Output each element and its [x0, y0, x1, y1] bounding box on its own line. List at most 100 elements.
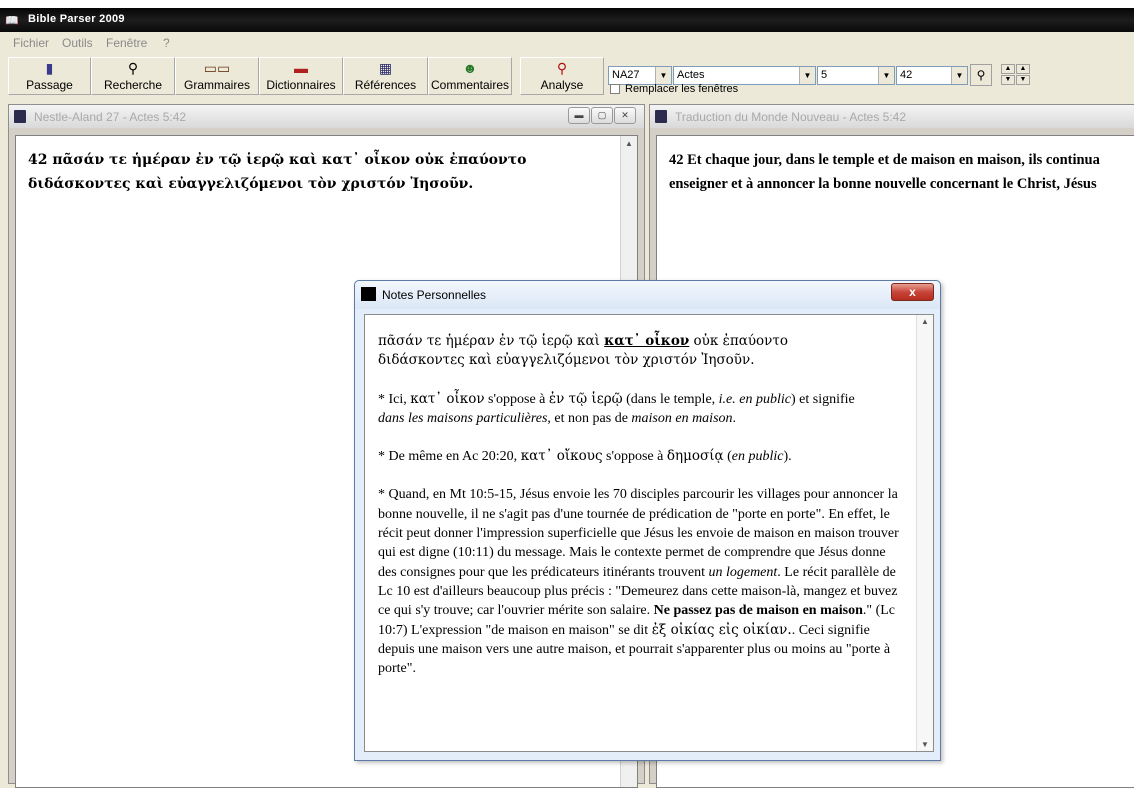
notes-window-icon [361, 287, 376, 301]
spin-down-right-button[interactable]: ▼ [1016, 75, 1030, 85]
arrow-up-icon: ▲ [1004, 65, 1012, 72]
notes-text-run: . [732, 410, 737, 426]
references-label: Références [354, 78, 417, 92]
verse-value: 42 [900, 69, 913, 81]
notes-greek-text: οὐκ ἐπαύοντο [689, 333, 788, 349]
menu-outils[interactable]: Outils [62, 36, 93, 50]
replace-windows-option[interactable]: Remplacer les fenêtres [610, 83, 738, 95]
notes-text-run: * De même en Ac 20:20, [378, 449, 521, 465]
nestle-aland-title: Nestle-Aland 27 - Actes 5:42 [34, 110, 187, 124]
commentaires-button[interactable]: ☻ Commentaires [428, 57, 512, 95]
notes-text-run: ( [723, 449, 732, 465]
notes-title-bar[interactable]: Notes Personnelles x [355, 281, 940, 309]
recherche-label: Recherche [103, 78, 163, 92]
verse-select[interactable]: 42 ▼ [896, 66, 968, 85]
commentaires-label: Commentaires [430, 78, 510, 92]
passage-button[interactable]: ▮ Passage [8, 57, 91, 95]
notes-italic-text: i.e. en public [718, 391, 791, 407]
close-button[interactable]: ✕ [614, 107, 636, 124]
notes-editor[interactable]: πᾶσάν τε ἡμέραν ἐν τῷ ἱερῷ καὶ κατ᾽ οἶκο… [364, 314, 934, 752]
spin-up-left-button[interactable]: ▲ [1001, 64, 1015, 74]
translation-verse-text: 42 Et chaque jour, dans le temple et de … [669, 148, 1100, 196]
close-button[interactable]: x [891, 283, 934, 301]
recherche-button[interactable]: ⚲ Recherche [91, 57, 175, 95]
analyse-label: Analyse [540, 78, 584, 92]
notes-text-run: (dans le temple, [622, 391, 719, 407]
notes-greek-text: κατ᾽ οἶκον [410, 390, 485, 407]
chevron-down-icon[interactable]: ▼ [878, 67, 894, 84]
window-icon [14, 110, 26, 123]
notes-text-run: s'oppose à [484, 391, 549, 407]
dictionary-icon: ▬ [294, 60, 308, 76]
notes-italic-text: maison en maison [631, 410, 733, 426]
notes-greek-text: ἐξ οἰκίας εἰς οἰκίαν. [651, 621, 792, 638]
arrow-up-icon: ▲ [1019, 65, 1027, 72]
greek-verse-line-2: διδάσκοντες καὶ εὐαγγελιζόμενοι τὸν χρισ… [28, 176, 474, 192]
notes-greek-highlight: κατ᾽ οἶκον [604, 333, 690, 349]
arrow-down-icon: ▼ [1019, 76, 1027, 83]
nestle-aland-title-bar[interactable]: Nestle-Aland 27 - Actes 5:42 ▬ ▢ ✕ [9, 105, 644, 128]
chevron-down-icon[interactable]: ▼ [655, 67, 671, 84]
dictionnaires-button[interactable]: ▬ Dictionnaires [259, 57, 343, 95]
notes-italic-text: en public [731, 449, 784, 465]
go-search-button[interactable]: ⚲ [970, 64, 992, 86]
references-button[interactable]: ▦ Références [343, 57, 428, 95]
spin-down-left-button[interactable]: ▼ [1001, 75, 1015, 85]
menu-fichier[interactable]: Fichier [13, 36, 49, 50]
notes-greek-text: κατ᾽ οἴκους [520, 448, 603, 465]
notes-text-run: * Ici, [378, 391, 411, 407]
menu-help[interactable]: ? [163, 36, 170, 50]
scroll-down-icon[interactable]: ▼ [917, 740, 933, 749]
chevron-down-icon[interactable]: ▼ [951, 67, 967, 84]
grammaires-button[interactable]: ▭▭ Grammaires [175, 57, 259, 95]
personal-notes-dialog: Notes Personnelles x πᾶσάν τε ἡμέραν ἐν … [354, 280, 941, 761]
minimize-button[interactable]: ▬ [568, 107, 590, 124]
window-controls: ▬ ▢ ✕ [567, 107, 636, 124]
references-icon: ▦ [378, 60, 393, 76]
notes-greek-text: ἐν τῷ ἱερῷ [548, 390, 623, 407]
dictionnaires-label: Dictionnaires [266, 78, 336, 92]
notes-text[interactable]: πᾶσάν τε ἡμέραν ἐν τῷ ἱερῷ καὶ κατ᾽ οἶκο… [378, 332, 903, 697]
notes-text-run: , et non pas de [547, 410, 632, 426]
app-title-bar[interactable]: 📖 Bible Parser 2009 [0, 8, 1134, 32]
chevron-down-icon[interactable]: ▼ [799, 67, 815, 84]
arrow-down-icon: ▼ [1004, 76, 1012, 83]
search-icon: ⚲ [976, 68, 986, 82]
app-title: Bible Parser 2009 [28, 13, 125, 25]
notes-italic-text: un logement [708, 564, 778, 580]
spin-up-right-button[interactable]: ▲ [1016, 64, 1030, 74]
notes-italic-text: dans les maisons particulières [378, 410, 548, 426]
greek-verse-text: 42 πᾶσάν τε ἡμέραν ἐν τῷ ἱερῷ καὶ κατ᾽ ο… [28, 148, 526, 196]
translation-verse-line-1: 42 Et chaque jour, dans le temple et de … [669, 152, 1100, 168]
chapter-select[interactable]: 5 ▼ [817, 66, 895, 85]
maximize-button[interactable]: ▢ [591, 107, 613, 124]
screen-top-edge [0, 0, 1134, 8]
menu-fenetre[interactable]: Fenêtre [106, 36, 147, 50]
analyse-button[interactable]: ⚲ Analyse [520, 57, 604, 95]
notes-paragraph-1: * Ici, κατ᾽ οἶκον s'oppose à ἐν τῷ ἱερῷ … [378, 390, 903, 429]
translation-verse-line-2: enseigner et à annoncer la bonne nouvell… [669, 176, 1097, 192]
passage-label: Passage [26, 78, 73, 92]
notes-scrollbar[interactable]: ▲ ▼ [916, 315, 933, 751]
notes-paragraph-2: * De même en Ac 20:20, κατ᾽ οἴκους s'opp… [378, 447, 903, 466]
notes-bold-text: Ne passez pas de maison en maison [653, 603, 863, 619]
notes-greek-paragraph: πᾶσάν τε ἡμέραν ἐν τῷ ἱερῷ καὶ κατ᾽ οἶκο… [378, 332, 903, 371]
menu-bar: Fichier Outils Fenêtre ? [0, 33, 1134, 53]
notes-title: Notes Personnelles [382, 288, 487, 302]
greek-verse-line-1: 42 πᾶσάν τε ἡμέραν ἐν τῷ ἱερῷ καὶ κατ᾽ ο… [28, 152, 527, 168]
notes-greek-text: διδάσκοντες καὶ εὐαγγελιζόμενοι τὸν χρισ… [378, 352, 755, 369]
notes-text-run: ) et signifie [790, 391, 855, 407]
scroll-up-icon[interactable]: ▲ [917, 317, 933, 326]
window-icon [655, 110, 667, 123]
replace-windows-label: Remplacer les fenêtres [625, 83, 739, 95]
books-icon: ▭▭ [203, 60, 231, 76]
replace-windows-checkbox[interactable] [610, 84, 620, 95]
search-book-icon: ⚲ [127, 60, 139, 76]
chapter-value: 5 [821, 69, 828, 81]
toolbar: ▮ Passage ⚲ Recherche ▭▭ Grammaires ▬ Di… [0, 55, 1134, 97]
tmn-title-bar[interactable]: Traduction du Monde Nouveau - Actes 5:42 [650, 105, 1134, 128]
magnifier-icon: ⚲ [556, 60, 568, 76]
notes-text-run: s'oppose à [602, 449, 667, 465]
book-icon: ▮ [45, 60, 54, 76]
scroll-up-icon[interactable]: ▲ [621, 136, 637, 152]
